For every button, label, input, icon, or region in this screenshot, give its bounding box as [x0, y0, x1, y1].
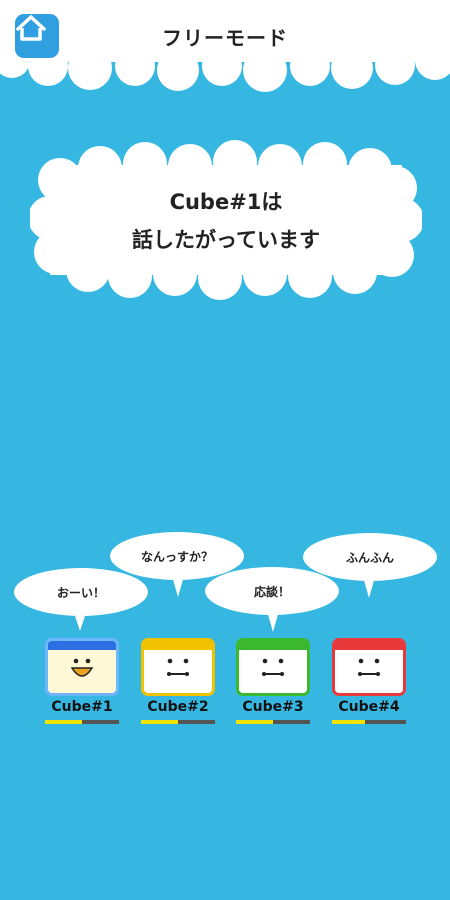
cube-cap [48, 641, 116, 650]
cube-label: Cube#2 [147, 699, 209, 715]
cube-cap [335, 641, 403, 650]
cube-face-happy [48, 650, 116, 693]
cube-label: Cube#3 [242, 699, 304, 715]
message-text: Cube#1は 話したがっています [30, 183, 422, 259]
speech-bubble-text: ふんふん [345, 551, 394, 565]
cube-face-neutral [144, 650, 212, 693]
message-line-1: Cube#1は [169, 190, 283, 214]
cube-2[interactable] [141, 638, 215, 696]
cube-cap [144, 641, 212, 650]
cube-3[interactable] [236, 638, 310, 696]
cube-face-neutral [239, 650, 307, 693]
cube-2-meter [141, 720, 215, 724]
message-line-2: 話したがっています [132, 228, 320, 252]
cube-4[interactable] [332, 638, 406, 696]
cube-label: Cube#1 [51, 699, 113, 715]
cube-label: Cube#4 [338, 699, 400, 715]
cube-face-neutral [335, 650, 403, 693]
cube-cap [239, 641, 307, 650]
header: フリーモード [0, 0, 450, 95]
cube-1-meter [45, 720, 119, 724]
cube-4-meter [332, 720, 406, 724]
page-title: フリーモード [162, 26, 288, 50]
cube-3-meter [236, 720, 310, 724]
speech-bubble-cube4: ふんふん [303, 532, 437, 600]
cube-1[interactable] [45, 638, 119, 696]
speech-bubble-text: なんっすか？ [140, 550, 213, 564]
